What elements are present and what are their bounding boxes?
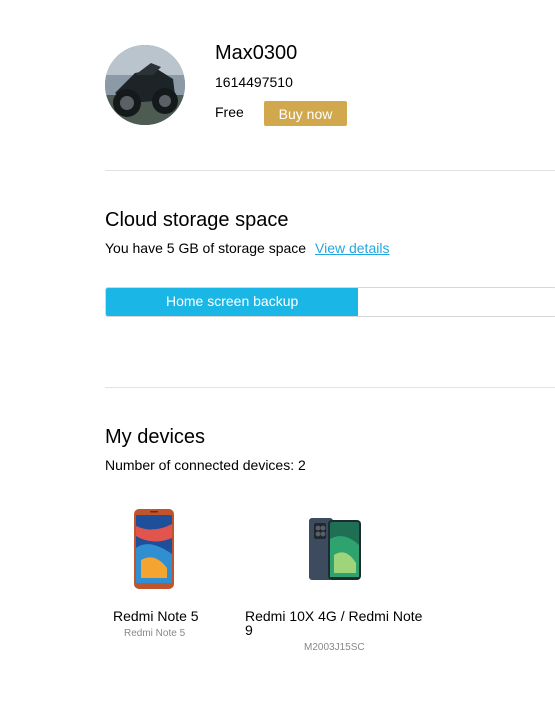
device-name: Redmi Note 5 — [113, 608, 199, 624]
device-image-redmi-note-9[interactable] — [308, 517, 362, 581]
user-id: 1614497510 — [215, 74, 293, 90]
divider — [105, 170, 555, 171]
storage-bar-label: Home screen backup — [166, 293, 299, 309]
buy-now-button[interactable]: Buy now — [264, 101, 347, 126]
phone-icon — [309, 518, 361, 580]
device-name: Redmi 10X 4G / Redmi Note 9 — [245, 608, 423, 638]
device-model: Redmi Note 5 — [124, 628, 186, 639]
storage-description: You have 5 GB of storage space — [105, 240, 307, 256]
account-page: Max0300 1614497510 Free Buy now Cloud st… — [0, 0, 555, 716]
phone-icon — [134, 509, 174, 589]
motorcycle-avatar-image — [105, 45, 185, 125]
connected-devices-count: Number of connected devices: 2 — [105, 457, 306, 473]
view-details-link[interactable]: View details — [315, 240, 389, 256]
plan-label: Free — [215, 104, 244, 120]
my-devices-title: My devices — [105, 426, 206, 448]
username: Max0300 — [215, 42, 298, 64]
avatar[interactable] — [105, 45, 185, 125]
cloud-storage-title: Cloud storage space — [105, 209, 289, 231]
device-model: M2003J15SC — [304, 642, 365, 653]
storage-usage-bar[interactable]: Home screen backup — [105, 287, 555, 317]
divider — [105, 387, 555, 388]
device-image-redmi-note-5[interactable] — [133, 508, 175, 590]
